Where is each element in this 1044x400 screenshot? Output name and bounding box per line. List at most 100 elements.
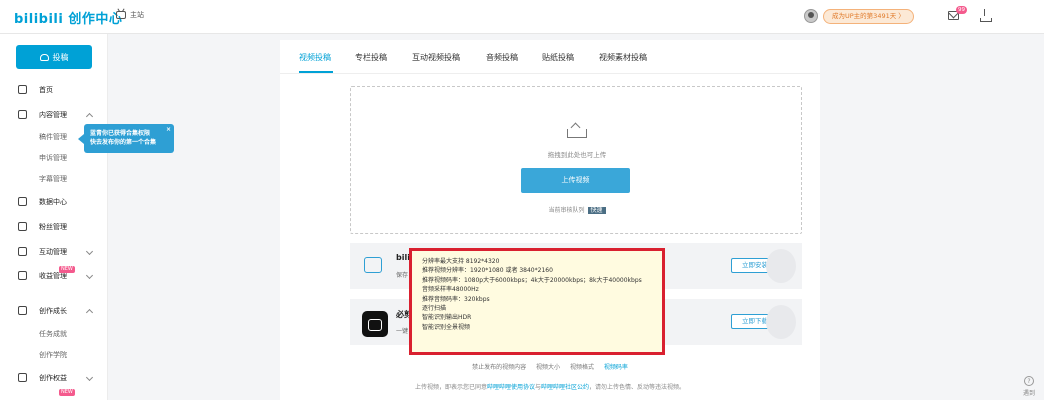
top-header: bilibili 创作中心 主站 成为UP主的第3491天 〉 99 [0,0,1044,34]
tab-article[interactable]: 专栏投稿 [355,52,387,63]
tv-icon [116,11,126,19]
bili-tv-icon [364,257,382,273]
chat-icon [18,247,27,256]
chevron-up-icon [85,112,94,121]
upload-icon [567,123,587,138]
mail-count-badge: 99 [956,6,967,14]
tab-video[interactable]: 视频投稿 [299,52,331,63]
sidebar-item-interaction[interactable]: 互动管理 [0,243,108,261]
popup-line: 分辨率最大支持 8192*4320 [422,258,500,265]
active-tab-indicator [299,71,333,73]
link-video-bitrate[interactable]: 视频码率 [604,364,628,371]
sidebar-item-growth[interactable]: 创作成长 [0,302,108,320]
coin-icon [18,271,27,280]
sidebar-item-academy[interactable]: 创作学院 [0,346,108,364]
card-desc: 保存 [396,272,409,279]
terms-prefix: 上传视频，即表示您已同意 [414,384,487,391]
new-badge: NEW [59,266,75,273]
upload-video-button[interactable]: 上传视频 [521,168,630,193]
card-decoration [766,305,796,339]
tip-line-2: 快去发布你的第一个合集 [90,139,157,146]
download-icon[interactable] [979,9,992,23]
upload-button-label: 投稿 [52,52,69,62]
video-bitrate-popup: 分辨率最大支持 8192*4320 推荐视频分辨率：1920*1080 或者 3… [409,248,665,355]
creator-center-logo[interactable]: bilibili 创作中心 [14,8,122,27]
sidebar-item-fans[interactable]: 粉丝管理 [0,218,108,236]
popup-line: 推荐视频分辨率：1920*1080 或者 3840*2160 [422,267,553,275]
sidebar-item-rights[interactable]: 创作权益 [0,369,108,387]
sidebar-item-label: 创作权益 [39,374,67,382]
sidebar-item-label: 粉丝管理 [39,223,67,231]
help-label: 遇到 [1022,390,1035,397]
sidebar-item-label: 首页 [39,86,53,94]
document-icon [18,110,27,119]
terms-notice: 上传视频，即表示您已同意哔哩哔哩使用协议与哔哩哔哩社区公约，请勿上传色情、反动等… [280,382,820,391]
data-icon [18,197,27,206]
avatar[interactable] [804,9,818,23]
upload-info-links: 禁止发布的视频内容 视频大小 视频格式 视频码率 [280,362,820,371]
chevron-down-icon [85,373,94,382]
sidebar-item-income[interactable]: 收益管理 NEW [0,266,108,285]
popup-line: 推荐视频码率：1080p大于6000kbps；4k大于20000kbps；8k大… [422,276,642,284]
card-desc: 一键 [396,328,409,335]
up-days-badge[interactable]: 成为UP主的第3491天 〉 [823,9,914,24]
drop-hint: 拖拽到此处也可上传 [547,151,607,159]
sidebar-item-label: 任务成就 [39,330,67,338]
home-icon [18,85,27,94]
sidebar-item-label: 创作学院 [39,351,67,359]
tab-video-material[interactable]: 视频素材投稿 [599,52,647,63]
user-icon [18,222,27,231]
upload-button[interactable]: 投稿 [16,45,92,69]
popup-line: 逐行扫描 [422,305,447,313]
tab-interactive-video[interactable]: 互动视频投稿 [412,52,460,63]
home-link-label: 主站 [130,11,144,19]
sidebar-item-home[interactable]: 首页 [0,81,108,99]
link-forbidden-content[interactable]: 禁止发布的视频内容 [472,364,526,371]
close-icon[interactable]: × [166,125,171,134]
drop-zone[interactable]: 拖拽到此处也可上传 上传视频 当前审核队列 快速 [350,86,802,234]
upload-cloud-icon [39,53,49,61]
queue-status-badge: 快速 [587,207,606,214]
home-link[interactable]: 主站 [116,10,144,20]
queue-label: 当前审核队列 [548,207,585,214]
sidebar-item-content[interactable]: 内容管理 [0,106,108,124]
popup-line: 推荐音频码率：320kbps [422,295,490,303]
sidebar-item-label: 申诉管理 [39,154,67,162]
bijian-app-icon [362,311,388,337]
sidebar-item-partial[interactable]: NEW [0,389,108,400]
help-button[interactable]: ? 遇到 [1022,376,1036,397]
sidebar-item-subtitles[interactable]: 字幕管理 [0,170,108,188]
sidebar-item-label: 创作成长 [39,307,67,315]
sidebar-item-label: 字幕管理 [39,175,67,183]
new-badge: NEW [59,389,75,396]
help-icon: ? [1024,376,1034,386]
flag-icon [18,373,27,382]
tab-audio[interactable]: 音频投稿 [486,52,518,63]
upload-tabs: 视频投稿 专栏投稿 互动视频投稿 音频投稿 贴纸投稿 视频素材投稿 [280,40,820,74]
tab-sticker[interactable]: 贴纸投稿 [542,52,574,63]
popup-line: 音频采样率48000Hz [422,286,479,294]
sidebar-item-label: 互动管理 [39,248,67,256]
popup-line: 智能识别全景视频 [422,323,471,331]
chevron-down-icon [85,247,94,256]
card-decoration [766,249,796,283]
sidebar-item-label: 数据中心 [39,198,67,206]
terms-link-usage[interactable]: 哔哩哔哩使用协议 [487,384,535,391]
sidebar-item-tasks[interactable]: 任务成就 [0,325,108,343]
review-queue: 当前审核队列 快速 [351,205,803,214]
terms-link-community[interactable]: 哔哩哔哩社区公约 [541,384,589,391]
sidebar-item-data[interactable]: 数据中心 [0,193,108,211]
sidebar: 投稿 首页 内容管理 稿件管理 申诉管理 字幕管理 数据中心 粉丝管理 互动管理… [0,34,108,400]
terms-suffix: ，请勿上传色情、反动等违法视频。 [589,384,686,391]
tip-line-1: 蓝青你已获得合集权限 [90,130,151,137]
link-video-format[interactable]: 视频格式 [570,364,594,371]
growth-icon [18,306,27,315]
sidebar-item-label: 内容管理 [39,111,67,119]
popup-line: 智能识别输出HDR [422,314,472,322]
card-title: bili [396,253,410,262]
chevron-down-icon [85,271,94,280]
link-video-size[interactable]: 视频大小 [536,364,560,371]
sidebar-item-label: 稿件管理 [39,133,67,141]
collection-tip: 蓝青你已获得合集权限 快去发布你的第一个合集 × [78,124,174,153]
chevron-up-icon [85,308,94,317]
